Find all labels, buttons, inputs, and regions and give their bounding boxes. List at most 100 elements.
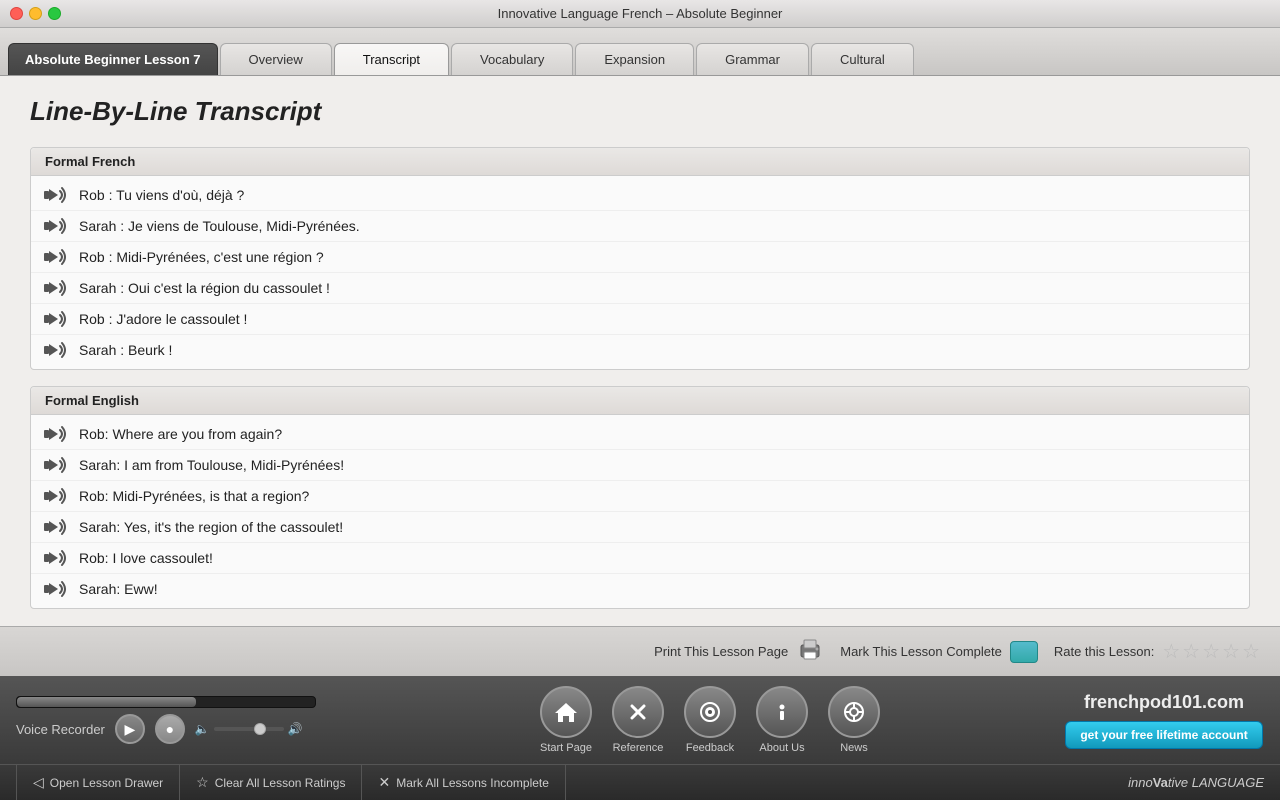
voice-recorder-label: Voice Recorder [16, 722, 105, 737]
english-section-body: Rob: Where are you from again? Sarah: I … [31, 415, 1249, 608]
page-title: Line-By-Line Transcript [30, 96, 1250, 127]
audio-play-icon-en-4[interactable] [43, 516, 69, 538]
slider-track[interactable] [214, 727, 284, 731]
audio-play-icon-en-5[interactable] [43, 547, 69, 569]
frenchpod-logo: frenchpod101.com [1084, 692, 1244, 713]
transcript-row: Rob: Midi-Pyrénées, is that a region? [31, 481, 1249, 512]
audio-play-icon-en-3[interactable] [43, 485, 69, 507]
french-section: Formal French Rob : Tu viens d'où, déjà … [30, 147, 1250, 370]
audio-play-icon-fr-5[interactable] [43, 308, 69, 330]
tab-overview[interactable]: Overview [220, 43, 332, 75]
audio-play-icon-fr-4[interactable] [43, 277, 69, 299]
nav-start-page[interactable]: Start Page [540, 686, 592, 754]
tab-expansion[interactable]: Expansion [575, 43, 694, 75]
home-icon[interactable] [540, 686, 592, 738]
nav-icons-area: Start Page Reference Feedback About Us [372, 686, 1048, 754]
transcript-row: Rob : Midi-Pyrénées, c'est une région ? [31, 242, 1249, 273]
title-bar: Innovative Language French – Absolute Be… [0, 0, 1280, 28]
audio-play-icon-en-2[interactable] [43, 454, 69, 476]
print-icon[interactable] [796, 637, 824, 666]
progress-fill [17, 697, 196, 707]
transcript-line-fr-4: Sarah : Oui c'est la région du cassoulet… [79, 280, 330, 296]
print-group: Print This Lesson Page [654, 637, 824, 666]
window-title: Innovative Language French – Absolute Be… [498, 6, 783, 21]
transcript-row: Sarah : Oui c'est la région du cassoulet… [31, 273, 1249, 304]
star-2[interactable]: ☆ [1182, 639, 1200, 664]
transcript-row: Rob: I love cassoulet! [31, 543, 1249, 574]
audio-play-icon-fr-3[interactable] [43, 246, 69, 268]
progress-bar[interactable] [16, 696, 316, 708]
voice-controls: Voice Recorder ▶ ● 🔈 🔊 [16, 714, 356, 744]
voice-recorder-area: Voice Recorder ▶ ● 🔈 🔊 [16, 696, 356, 744]
star-5[interactable]: ☆ [1242, 639, 1260, 664]
maximize-button[interactable] [48, 7, 61, 20]
mark-incomplete-label: Mark All Lessons Incomplete [396, 776, 549, 790]
news-label: News [840, 742, 868, 754]
transcript-row: Sarah: I am from Toulouse, Midi-Pyrénées… [31, 450, 1249, 481]
audio-play-icon-fr-6[interactable] [43, 339, 69, 361]
open-lesson-drawer[interactable]: ◁ Open Lesson Drawer [16, 765, 180, 800]
transcript-line-en-3: Rob: Midi-Pyrénées, is that a region? [79, 488, 309, 504]
transcript-line-en-5: Rob: I love cassoulet! [79, 550, 213, 566]
tab-bar: Absolute Beginner Lesson 7 Overview Tran… [0, 28, 1280, 76]
transcript-line-fr-1: Rob : Tu viens d'où, déjà ? [79, 187, 244, 203]
drawer-icon: ◁ [33, 774, 44, 791]
audio-play-icon-en-1[interactable] [43, 423, 69, 445]
nav-feedback[interactable]: Feedback [684, 686, 736, 754]
transcript-row: Sarah: Eww! [31, 574, 1249, 604]
volume-slider[interactable]: 🔈 🔊 [195, 722, 303, 736]
audio-play-icon-fr-2[interactable] [43, 215, 69, 237]
feedback-label: Feedback [686, 742, 734, 754]
tab-lesson[interactable]: Absolute Beginner Lesson 7 [8, 43, 218, 75]
star-icon: ☆ [196, 774, 209, 791]
transcript-line-fr-3: Rob : Midi-Pyrénées, c'est une région ? [79, 249, 324, 265]
open-lesson-drawer-label: Open Lesson Drawer [50, 776, 163, 790]
nav-reference[interactable]: Reference [612, 686, 664, 754]
star-rating[interactable]: ☆ ☆ ☆ ☆ ☆ [1162, 639, 1260, 664]
print-label: Print This Lesson Page [654, 644, 788, 659]
innovative-logo: innoVative LANGUAGE [1128, 775, 1264, 790]
about-icon[interactable] [756, 686, 808, 738]
complete-group: Mark This Lesson Complete [840, 641, 1038, 663]
news-icon[interactable] [828, 686, 880, 738]
tab-transcript[interactable]: Transcript [334, 43, 449, 75]
play-button[interactable]: ▶ [115, 714, 145, 744]
star-3[interactable]: ☆ [1202, 639, 1220, 664]
transcript-row: Rob : J'adore le cassoulet ! [31, 304, 1249, 335]
free-account-button[interactable]: get your free lifetime account [1065, 721, 1262, 749]
english-section: Formal English Rob: Where are you from a… [30, 386, 1250, 609]
bottom-nav: ◁ Open Lesson Drawer ☆ Clear All Lesson … [0, 764, 1280, 800]
transcript-row: Sarah: Yes, it's the region of the casso… [31, 512, 1249, 543]
tab-vocabulary[interactable]: Vocabulary [451, 43, 573, 75]
star-4[interactable]: ☆ [1222, 639, 1240, 664]
traffic-lights [10, 7, 61, 20]
nav-news[interactable]: News [828, 686, 880, 754]
star-1[interactable]: ☆ [1162, 639, 1180, 664]
main-window: Absolute Beginner Lesson 7 Overview Tran… [0, 28, 1280, 800]
frenchpod-area: frenchpod101.com get your free lifetime … [1064, 692, 1264, 749]
nav-about-us[interactable]: About Us [756, 686, 808, 754]
x-icon: ✕ [378, 774, 390, 791]
slider-thumb[interactable] [254, 723, 266, 735]
clear-ratings-label: Clear All Lesson Ratings [215, 776, 346, 790]
mark-incomplete[interactable]: ✕ Mark All Lessons Incomplete [362, 765, 565, 800]
reference-icon[interactable] [612, 686, 664, 738]
complete-checkbox[interactable] [1010, 641, 1038, 663]
transcript-line-en-4: Sarah: Yes, it's the region of the casso… [79, 519, 343, 535]
tab-cultural[interactable]: Cultural [811, 43, 914, 75]
minimize-button[interactable] [29, 7, 42, 20]
transcript-line-en-6: Sarah: Eww! [79, 581, 158, 597]
clear-ratings[interactable]: ☆ Clear All Lesson Ratings [180, 765, 362, 800]
audio-play-icon-en-6[interactable] [43, 578, 69, 600]
english-section-header: Formal English [31, 387, 1249, 415]
feedback-icon[interactable] [684, 686, 736, 738]
close-button[interactable] [10, 7, 23, 20]
transcript-row: Sarah : Beurk ! [31, 335, 1249, 365]
audio-play-icon-fr-1[interactable] [43, 184, 69, 206]
tab-grammar[interactable]: Grammar [696, 43, 809, 75]
record-button[interactable]: ● [155, 714, 185, 744]
french-section-body: Rob : Tu viens d'où, déjà ? Sarah : Je v… [31, 176, 1249, 369]
transcript-row: Sarah : Je viens de Toulouse, Midi-Pyrén… [31, 211, 1249, 242]
content-area: Line-By-Line Transcript Formal French Ro… [0, 76, 1280, 626]
transcript-row: Rob: Where are you from again? [31, 419, 1249, 450]
